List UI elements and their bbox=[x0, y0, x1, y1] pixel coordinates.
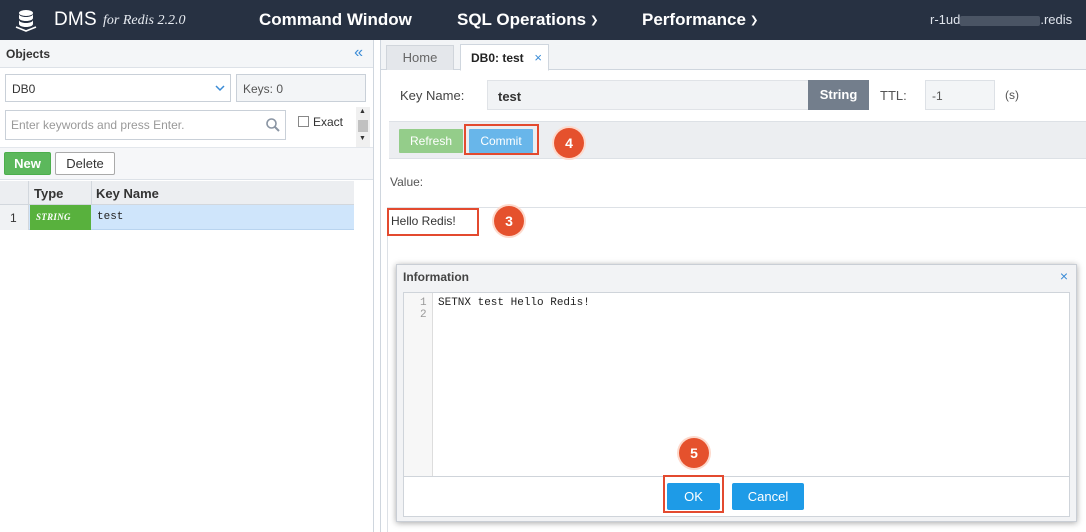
objects-header: Objects « bbox=[0, 40, 373, 68]
nav-sql-operations-label: SQL Operations bbox=[457, 10, 587, 29]
row-number: 1 bbox=[10, 211, 17, 225]
search-box bbox=[5, 110, 286, 140]
nav-performance[interactable]: Performance ❯ bbox=[642, 10, 758, 30]
exact-label: Exact bbox=[313, 115, 344, 129]
scroll-up-icon[interactable]: ▲ bbox=[359, 108, 366, 115]
line-number-gutter: 1 2 bbox=[404, 293, 433, 476]
chevron-down-icon: ❯ bbox=[590, 15, 599, 26]
information-dialog: Information × 1 2 SETNX test Hello Redis… bbox=[396, 264, 1077, 522]
objects-toolbar: New Delete bbox=[0, 147, 373, 180]
line-number: 2 bbox=[420, 309, 427, 321]
row-number-header bbox=[0, 181, 29, 205]
brand-name: DMS bbox=[54, 9, 97, 30]
column-key-name[interactable]: Key Name bbox=[96, 186, 159, 201]
instance-id-suffix: .redis bbox=[1040, 12, 1073, 27]
commit-button[interactable]: Commit bbox=[469, 129, 533, 153]
keys-table: Type Key Name 1 STRING test bbox=[0, 181, 354, 230]
command-preview[interactable]: 1 2 SETNX test Hello Redis! bbox=[403, 292, 1070, 477]
chevron-down-icon: ❯ bbox=[749, 15, 759, 26]
step-badge-4: 4 bbox=[554, 128, 584, 158]
delete-button[interactable]: Delete bbox=[55, 152, 115, 175]
key-type-badge: String bbox=[808, 80, 869, 110]
key-name-value: test bbox=[498, 89, 522, 104]
ttl-field[interactable]: -1 bbox=[925, 80, 995, 110]
type-badge-label: STRING bbox=[36, 212, 71, 222]
new-button[interactable]: New bbox=[4, 152, 51, 175]
objects-title: Objects bbox=[6, 47, 51, 61]
database-logo-icon bbox=[15, 10, 37, 32]
step-badge-3: 3 bbox=[494, 206, 524, 236]
search-icon[interactable] bbox=[265, 117, 281, 133]
brand-version: for Redis 2.2.0 bbox=[103, 13, 186, 28]
database-select[interactable]: DB0 bbox=[5, 74, 231, 102]
objects-panel: Objects « DB0 Keys: 0 Exact ▲ ▼ New Dele… bbox=[0, 40, 374, 532]
tab-home[interactable]: Home bbox=[386, 45, 454, 70]
nav-command-window[interactable]: Command Window bbox=[259, 10, 412, 30]
tab-db0-test[interactable]: DB0: test × bbox=[460, 44, 549, 71]
column-type[interactable]: Type bbox=[34, 186, 63, 201]
dialog-title: Information bbox=[403, 270, 469, 284]
instance-id[interactable]: r-1ud .redis bbox=[930, 12, 1072, 27]
keys-count: Keys: 0 bbox=[243, 82, 284, 96]
filter-scrollbar[interactable]: ▲ ▼ bbox=[356, 107, 370, 147]
keys-count-box: Keys: 0 bbox=[236, 74, 366, 102]
step-badge-5: 5 bbox=[679, 438, 709, 468]
nav-sql-operations[interactable]: SQL Operations ❯ bbox=[457, 10, 599, 30]
search-input[interactable] bbox=[11, 117, 261, 133]
exact-checkbox-wrap[interactable]: Exact bbox=[298, 115, 343, 129]
nav-performance-label: Performance bbox=[642, 10, 746, 29]
key-name-label: Key Name: bbox=[400, 88, 465, 103]
ttl-unit: (s) bbox=[1005, 88, 1019, 102]
instance-id-prefix: r-1ud bbox=[930, 12, 961, 27]
row-number-cell: 1 bbox=[0, 205, 29, 230]
scroll-down-icon[interactable]: ▼ bbox=[359, 135, 366, 142]
key-name-row: Key Name: test String TTL: -1 (s) bbox=[389, 78, 1086, 114]
key-name-cell: test bbox=[97, 211, 124, 223]
database-select-value: DB0 bbox=[12, 82, 36, 96]
close-icon[interactable]: × bbox=[1060, 268, 1068, 284]
line-number: 1 bbox=[420, 297, 427, 309]
keys-table-header: Type Key Name bbox=[0, 181, 354, 205]
table-row[interactable]: 1 STRING test bbox=[0, 205, 354, 230]
value-label: Value: bbox=[390, 175, 424, 189]
cancel-button[interactable]: Cancel bbox=[732, 483, 804, 510]
redacted-blur bbox=[960, 15, 1041, 26]
type-badge: STRING bbox=[30, 205, 91, 230]
collapse-left-icon[interactable]: « bbox=[354, 44, 363, 62]
ok-button[interactable]: OK bbox=[667, 483, 720, 510]
ttl-label: TTL: bbox=[880, 88, 907, 103]
key-name-field[interactable]: test bbox=[487, 80, 809, 110]
value-text: Hello Redis! bbox=[391, 214, 456, 228]
close-tab-icon[interactable]: × bbox=[534, 50, 542, 65]
ttl-value: -1 bbox=[932, 89, 943, 103]
refresh-button[interactable]: Refresh bbox=[399, 129, 463, 153]
tab-db0-test-label: DB0: test bbox=[471, 51, 524, 65]
column-divider bbox=[91, 181, 92, 205]
action-bar: Refresh Commit bbox=[389, 121, 1086, 159]
command-text: SETNX test Hello Redis! bbox=[438, 297, 590, 309]
top-navbar: DMS for Redis 2.2.0 Command Window SQL O… bbox=[0, 0, 1086, 40]
chevron-down-icon bbox=[215, 85, 225, 92]
tab-bar: Home DB0: test × bbox=[381, 40, 1086, 71]
exact-checkbox[interactable] bbox=[298, 116, 309, 127]
scroll-thumb[interactable] bbox=[358, 120, 368, 132]
